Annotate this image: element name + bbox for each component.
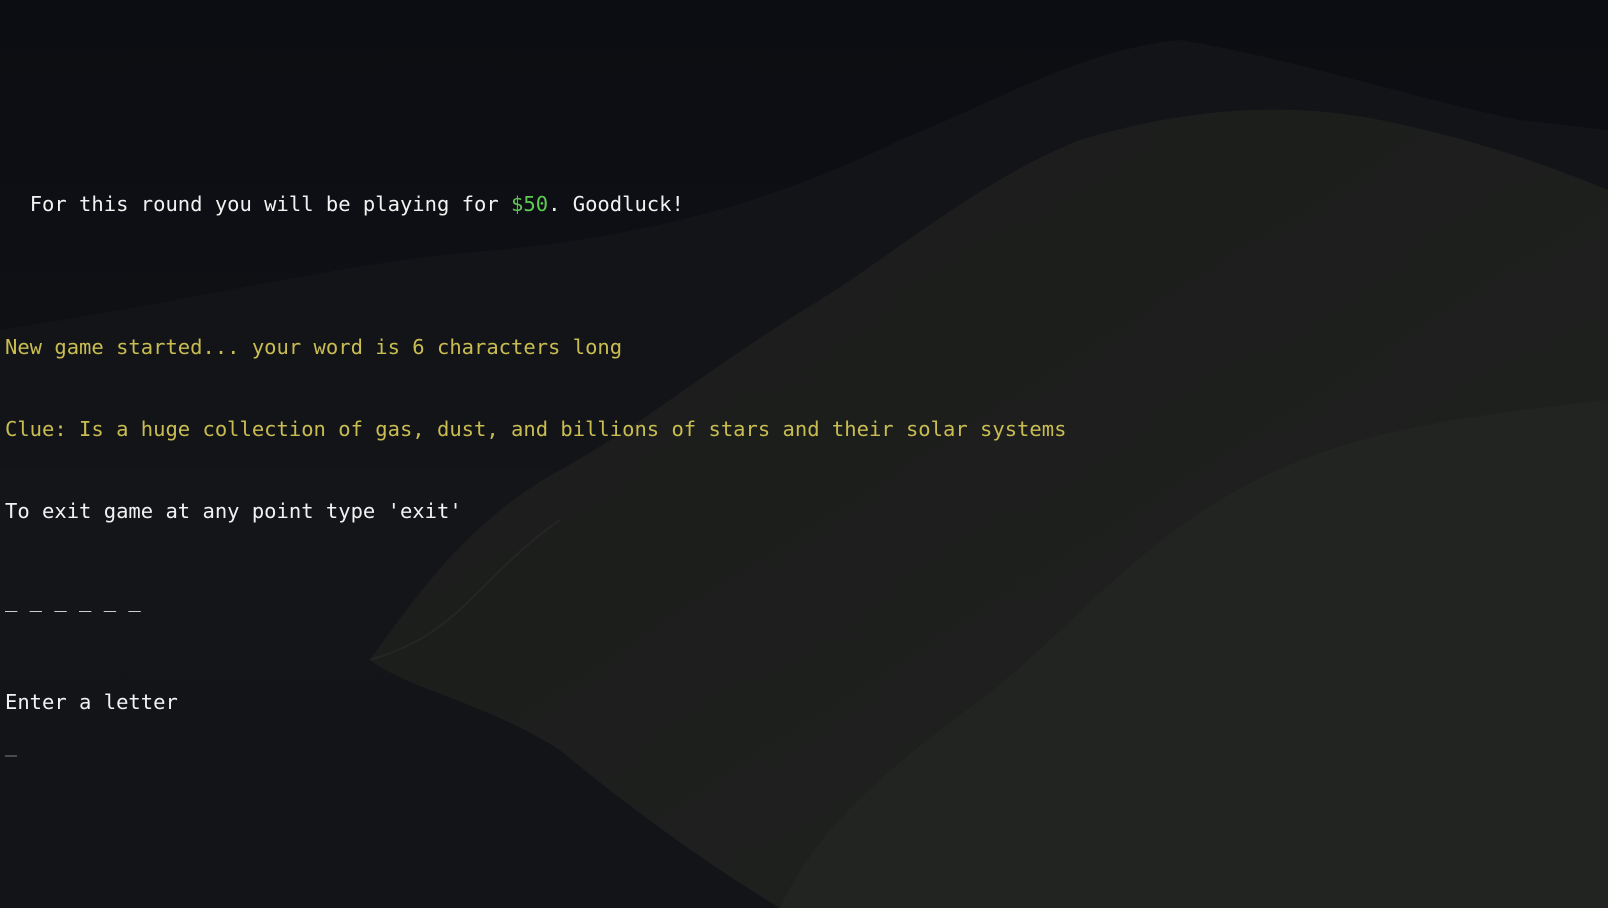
prize-amount: $50 (511, 191, 549, 216)
enter-letter-prompt: Enter a letter (5, 690, 178, 714)
game-started-message: New game started... your word is 6 chara… (5, 335, 623, 359)
terminal-cursor[interactable] (5, 755, 17, 757)
word-blanks: _ _ _ _ _ _ (5, 588, 141, 612)
round-prize-prefix: For this round you will be playing for (29, 191, 512, 216)
round-prize-line: For this round you will be playing for $… (5, 173, 684, 214)
desktop-wallpaper (0, 0, 1608, 908)
round-prize-suffix: . Goodluck! (548, 191, 684, 216)
exit-hint: To exit game at any point type 'exit' (5, 499, 462, 523)
clue-text: Clue: Is a huge collection of gas, dust,… (5, 417, 1067, 441)
